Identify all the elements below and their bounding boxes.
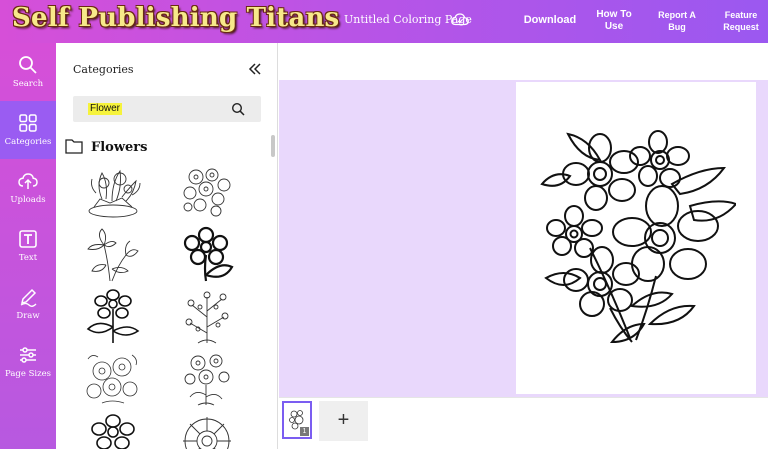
flower-bouquet-artwork[interactable] — [540, 128, 736, 350]
rail-item-draw[interactable]: Draw — [0, 275, 56, 333]
rail-item-page-sizes[interactable]: Page Sizes — [0, 333, 56, 391]
rail-item-text[interactable]: Text — [0, 217, 56, 275]
pen-icon — [20, 288, 37, 307]
rail-item-categories[interactable]: Categories — [0, 101, 56, 159]
flower-thumbnail[interactable] — [82, 287, 144, 345]
rail-label: Search — [12, 79, 44, 89]
text-icon — [19, 230, 37, 248]
rail-label: Draw — [16, 311, 40, 321]
flower-thumbnail[interactable] — [82, 411, 144, 449]
rail-label: Uploads — [10, 195, 46, 205]
cloud-save-icon[interactable] — [451, 12, 469, 28]
flower-thumbnail[interactable] — [82, 163, 144, 221]
flower-thumbnail[interactable] — [176, 349, 238, 407]
panel-scrollbar[interactable] — [271, 135, 275, 157]
search-icon — [19, 56, 37, 74]
category-search-input[interactable]: Flower — [73, 96, 261, 122]
categories-panel: Categories Flower Flowers — [56, 43, 278, 449]
flower-thumbnail[interactable] — [176, 225, 238, 283]
coloring-page[interactable] — [516, 82, 756, 394]
rail-label: Text — [18, 253, 38, 263]
category-heading: Flowers — [91, 140, 148, 155]
flower-thumbnail[interactable] — [176, 411, 238, 449]
rail-label: Categories — [4, 137, 52, 147]
panel-title: Categories — [73, 63, 134, 76]
top-header: Self Publishing Titans Untitled Coloring… — [0, 0, 768, 43]
download-button[interactable]: Download — [520, 14, 580, 26]
feature-request-button[interactable]: Feature Request — [715, 9, 767, 33]
rail-item-uploads[interactable]: Uploads — [0, 159, 56, 217]
rail-item-search[interactable]: Search — [0, 43, 56, 101]
report-bug-button[interactable]: Report A Bug — [650, 9, 704, 33]
grid-icon — [19, 114, 37, 132]
folder-icon — [65, 139, 83, 154]
upload-cloud-icon — [18, 173, 38, 189]
app-logo[interactable]: Self Publishing Titans — [12, 3, 339, 33]
left-rail: Search Categories Uploads Text Draw Page… — [0, 43, 56, 449]
search-input-value[interactable]: Flower — [88, 103, 123, 115]
page-number-badge: 1 — [300, 427, 309, 436]
page-thumbnail[interactable]: 1 — [282, 401, 312, 439]
collapse-panel-icon[interactable] — [248, 62, 262, 76]
how-to-use-button[interactable]: How To Use — [588, 9, 640, 33]
search-icon[interactable] — [231, 102, 245, 116]
flower-thumbnail[interactable] — [176, 163, 238, 221]
add-page-button[interactable]: + — [319, 401, 368, 441]
flower-thumbnail[interactable] — [82, 225, 144, 283]
flower-thumbnail[interactable] — [176, 287, 238, 345]
sliders-icon — [20, 347, 36, 363]
rail-label: Page Sizes — [5, 369, 51, 379]
flower-thumbnail[interactable] — [82, 349, 144, 407]
